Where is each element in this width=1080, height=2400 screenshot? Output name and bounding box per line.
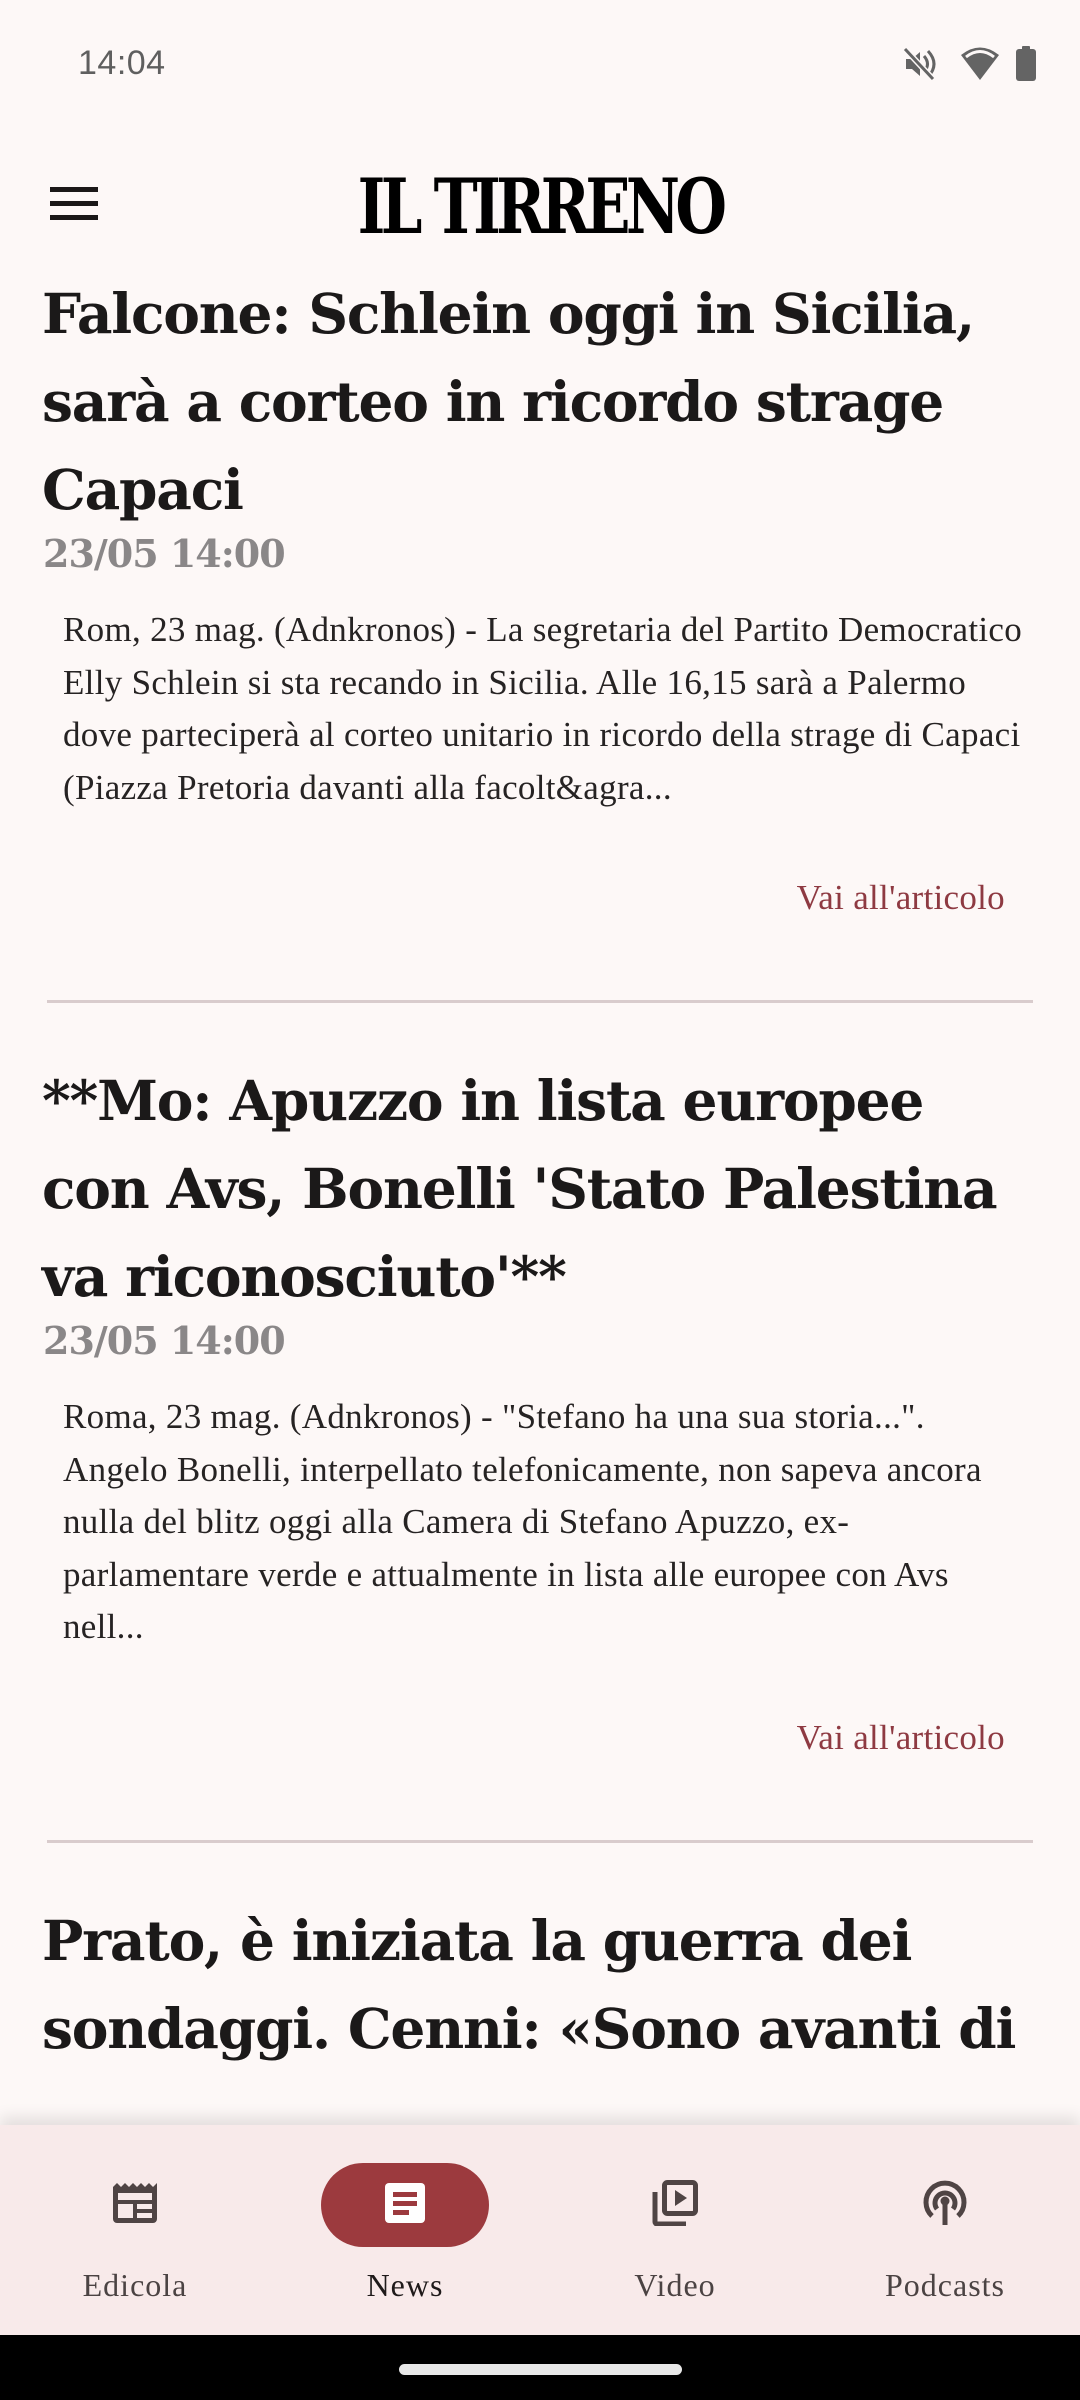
news-feed[interactable]: Falcone: Schlein oggi in Sicilia, sarà a… [0, 270, 1080, 2125]
article-divider [47, 1000, 1033, 1003]
article-date: 23/05 14:00 [43, 531, 286, 576]
article-date: 23/05 14:00 [43, 1318, 286, 1363]
nav-label: Podcasts [885, 2267, 1005, 2303]
article-summary: Rom, 23 mag. (Adnkronos) - La segretaria… [63, 610, 1023, 807]
article-divider [47, 1839, 1033, 1843]
article-headline[interactable]: **Mo: Apuzzo in lista europee con Avs, B… [42, 1057, 1042, 1321]
status-icons [880, 46, 1080, 86]
nav-item-video[interactable]: Video [540, 2125, 810, 2335]
nav-pill [861, 2163, 1029, 2247]
nav-label: Video [634, 2267, 716, 2303]
menu-button[interactable] [36, 168, 112, 244]
article-summary: Roma, 23 mag. (Adnkronos) - "Stefano ha … [63, 1397, 982, 1646]
article-icon [385, 2183, 425, 2227]
article-headline[interactable]: Prato, è iniziata la guerra dei sondaggi… [42, 1897, 1042, 2073]
system-navigation-bar [0, 2335, 1080, 2400]
nav-item-podcasts[interactable]: Podcasts [810, 2125, 1080, 2335]
article-card[interactable]: Prato, è iniziata la guerra dei sondaggi… [0, 1897, 1080, 2073]
nav-pill [591, 2163, 759, 2247]
article-card[interactable]: Falcone: Schlein oggi in Sicilia, sarà a… [0, 270, 1080, 1003]
bottom-navigation: Edicola News Video Podcasts [0, 2125, 1080, 2335]
app-header: IL TIRRENO [0, 140, 1080, 270]
app-logo: IL TIRRENO [357, 162, 727, 251]
status-time: 14:04 [78, 44, 166, 82]
battery-icon [1015, 46, 1037, 86]
podcast-icon [922, 2180, 968, 2230]
read-article-link[interactable]: Vai all'articolo [0, 1716, 1005, 1760]
video-library-icon [652, 2180, 698, 2230]
hamburger-menu-icon [50, 187, 98, 225]
nav-item-edicola[interactable]: Edicola [0, 2125, 270, 2335]
nav-pill [51, 2163, 219, 2247]
nav-item-news[interactable]: News [270, 2125, 540, 2335]
nav-pill-active [321, 2163, 489, 2247]
wifi-icon [960, 46, 1000, 86]
mute-icon [902, 46, 936, 86]
home-gesture-handle[interactable] [399, 2364, 682, 2375]
read-article-link[interactable]: Vai all'articolo [0, 876, 1005, 920]
nav-label: News [366, 2267, 444, 2303]
nav-label: Edicola [82, 2267, 188, 2303]
status-bar: 14:04 [0, 0, 1080, 130]
article-headline[interactable]: Falcone: Schlein oggi in Sicilia, sarà a… [42, 270, 1042, 534]
newspaper-icon [113, 2183, 157, 2227]
article-card[interactable]: **Mo: Apuzzo in lista europee con Avs, B… [0, 1057, 1080, 1843]
